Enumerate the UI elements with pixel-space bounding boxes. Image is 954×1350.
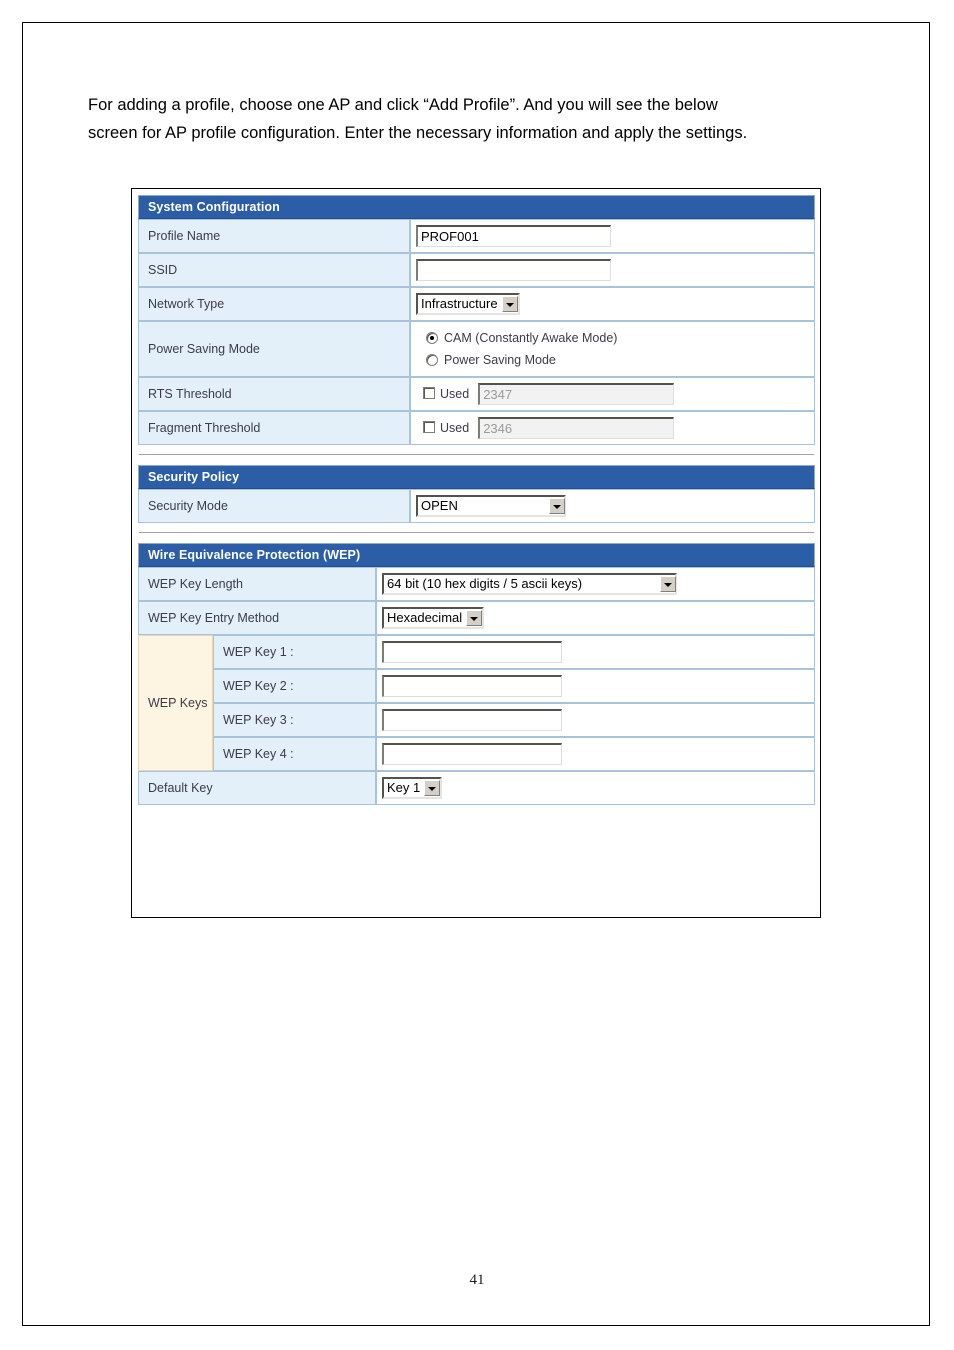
rts-threshold-input[interactable]: 2347 bbox=[478, 383, 675, 405]
table-row: WEP Key Entry Method Hexadecimal bbox=[138, 601, 815, 635]
table-row: WEP Keys WEP Key 1 : bbox=[138, 635, 815, 771]
system-configuration-title: System Configuration bbox=[138, 195, 815, 219]
fragment-used-wrap: Used 2346 bbox=[416, 417, 675, 439]
intro-paragraph: For adding a profile, choose one AP and … bbox=[88, 92, 866, 147]
fragment-used-checkbox[interactable] bbox=[423, 421, 435, 434]
wep-table: Wire Equivalence Protection (WEP) WEP Ke… bbox=[138, 543, 815, 805]
rts-used-label: Used bbox=[440, 387, 470, 401]
radio-power-saving-icon[interactable] bbox=[426, 354, 438, 366]
wep-key-3-input[interactable] bbox=[382, 709, 562, 731]
chevron-down-icon[interactable] bbox=[549, 498, 565, 514]
fragment-used-label: Used bbox=[440, 421, 470, 435]
network-type-label: Network Type bbox=[138, 287, 410, 321]
ap-profile-configuration-screenshot: System Configuration Profile Name PROF00… bbox=[131, 188, 821, 918]
chevron-down-icon[interactable] bbox=[424, 780, 441, 796]
table-row: WEP Key 4 : bbox=[138, 737, 815, 771]
security-policy-title: Security Policy bbox=[138, 465, 815, 489]
wep-key-2-cell bbox=[376, 669, 815, 703]
wep-key-entry-method-label: WEP Key Entry Method bbox=[138, 601, 376, 635]
wep-key-3-label: WEP Key 3 : bbox=[213, 703, 376, 737]
table-row: WEP Key 3 : bbox=[138, 703, 815, 737]
profile-name-label: Profile Name bbox=[138, 219, 410, 253]
wep-key-length-select[interactable]: 64 bit (10 hex digits / 5 ascii keys) bbox=[382, 573, 677, 595]
intro-line-1: For adding a profile, choose one AP and … bbox=[88, 96, 718, 114]
table-row: Security Mode OPEN bbox=[138, 489, 815, 523]
security-mode-cell: OPEN bbox=[410, 489, 815, 523]
fragment-threshold-input[interactable]: 2346 bbox=[478, 417, 675, 439]
chevron-down-icon[interactable] bbox=[501, 296, 518, 312]
fragment-threshold-label: Fragment Threshold bbox=[138, 411, 410, 445]
default-key-label: Default Key bbox=[138, 771, 376, 805]
wep-keys-group-label: WEP Keys bbox=[138, 635, 213, 771]
wep-key-4-label: WEP Key 4 : bbox=[213, 737, 376, 771]
radio-power-saving-label: Power Saving Mode bbox=[444, 353, 556, 367]
security-mode-label: Security Mode bbox=[138, 489, 410, 523]
power-saving-mode-label: Power Saving Mode bbox=[138, 321, 410, 377]
network-type-select[interactable]: Infrastructure bbox=[416, 293, 520, 315]
default-key-cell: Key 1 bbox=[376, 771, 815, 805]
security-mode-value: OPEN bbox=[421, 498, 458, 513]
chevron-down-icon[interactable] bbox=[660, 576, 676, 592]
table-row: RTS Threshold Used 2347 bbox=[138, 377, 815, 411]
security-policy-header-row: Security Policy bbox=[138, 465, 815, 489]
network-type-cell: Infrastructure bbox=[410, 287, 815, 321]
radio-cam-label: CAM (Constantly Awake Mode) bbox=[444, 331, 618, 345]
security-mode-select[interactable]: OPEN bbox=[416, 495, 566, 517]
wep-key-length-label: WEP Key Length bbox=[138, 567, 376, 601]
table-row: Fragment Threshold Used 2346 bbox=[138, 411, 815, 445]
rts-used-wrap: Used 2347 bbox=[416, 383, 675, 405]
ssid-input[interactable] bbox=[416, 259, 611, 281]
ssid-cell bbox=[410, 253, 815, 287]
table-row: WEP Key Length 64 bit (10 hex digits / 5… bbox=[138, 567, 815, 601]
chevron-down-icon[interactable] bbox=[466, 610, 483, 626]
radio-cam-icon[interactable] bbox=[426, 332, 438, 344]
wep-key-3-cell bbox=[376, 703, 815, 737]
section-divider bbox=[139, 532, 814, 533]
wep-key-2-input[interactable] bbox=[382, 675, 562, 697]
security-policy-table: Security Policy Security Mode OPEN bbox=[138, 465, 815, 523]
page-number: 41 bbox=[469, 1272, 485, 1288]
wep-key-4-cell bbox=[376, 737, 815, 771]
profile-name-input[interactable]: PROF001 bbox=[416, 225, 611, 247]
system-configuration-header-row: System Configuration bbox=[138, 195, 815, 219]
intro-line-2: screen for AP profile configuration. Ent… bbox=[88, 124, 748, 142]
table-row: SSID bbox=[138, 253, 815, 287]
table-row: Default Key Key 1 bbox=[138, 771, 815, 805]
section-divider bbox=[139, 454, 814, 455]
profile-name-cell: PROF001 bbox=[410, 219, 815, 253]
wep-key-entry-method-value: Hexadecimal bbox=[387, 610, 463, 625]
rts-threshold-label: RTS Threshold bbox=[138, 377, 410, 411]
wep-key-1-cell bbox=[376, 635, 815, 669]
wep-key-4-input[interactable] bbox=[382, 743, 562, 765]
wep-key-length-cell: 64 bit (10 hex digits / 5 ascii keys) bbox=[376, 567, 815, 601]
wep-key-entry-method-select[interactable]: Hexadecimal bbox=[382, 607, 485, 629]
wep-key-2-label: WEP Key 2 : bbox=[213, 669, 376, 703]
table-row: Network Type Infrastructure bbox=[138, 287, 815, 321]
wep-title: Wire Equivalence Protection (WEP) bbox=[138, 543, 815, 567]
wep-key-entry-method-cell: Hexadecimal bbox=[376, 601, 815, 635]
system-configuration-table: System Configuration Profile Name PROF00… bbox=[138, 195, 815, 445]
rts-threshold-cell: Used 2347 bbox=[410, 377, 815, 411]
radio-cam[interactable]: CAM (Constantly Awake Mode) bbox=[416, 327, 814, 349]
radio-power-saving[interactable]: Power Saving Mode bbox=[416, 349, 814, 371]
power-saving-mode-cell: CAM (Constantly Awake Mode) Power Saving… bbox=[410, 321, 815, 377]
table-row: Power Saving Mode CAM (Constantly Awake … bbox=[138, 321, 815, 377]
table-row: WEP Key 2 : bbox=[138, 669, 815, 703]
default-key-value: Key 1 bbox=[387, 780, 421, 795]
ssid-label: SSID bbox=[138, 253, 410, 287]
wep-key-length-value: 64 bit (10 hex digits / 5 ascii keys) bbox=[387, 576, 583, 591]
wep-header-row: Wire Equivalence Protection (WEP) bbox=[138, 543, 815, 567]
fragment-threshold-cell: Used 2346 bbox=[410, 411, 815, 445]
rts-used-checkbox[interactable] bbox=[423, 387, 435, 400]
wep-key-1-label: WEP Key 1 : bbox=[213, 635, 376, 669]
network-type-value: Infrastructure bbox=[421, 296, 498, 311]
table-row: Profile Name PROF001 bbox=[138, 219, 815, 253]
wep-key-1-input[interactable] bbox=[382, 641, 562, 663]
default-key-select[interactable]: Key 1 bbox=[382, 777, 443, 799]
